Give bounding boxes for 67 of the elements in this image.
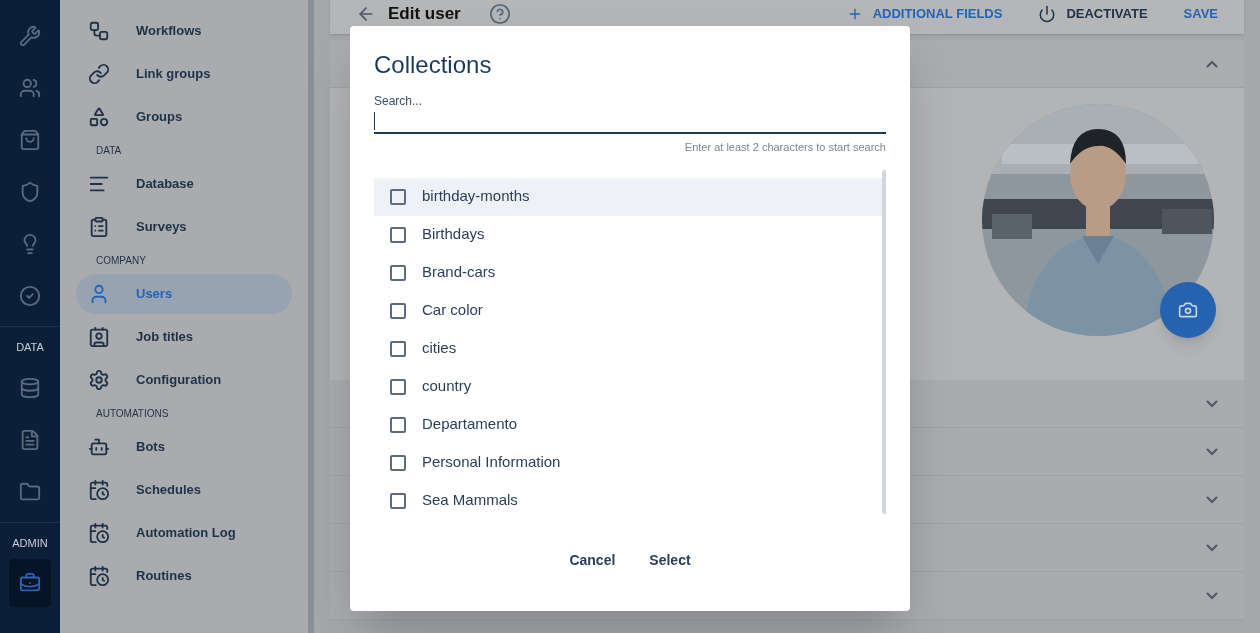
nav-item[interactable]: Surveys <box>76 206 292 247</box>
option-label: birthday-months <box>422 186 530 207</box>
nav-item[interactable]: Groups <box>76 96 292 137</box>
workflow-icon <box>88 19 110 42</box>
rail-heading: ADMIN <box>12 535 48 551</box>
section-heading: COMPANY <box>95 253 147 268</box>
camera-button[interactable] <box>1160 282 1216 338</box>
help-icon[interactable] <box>488 3 511 25</box>
link-icon <box>88 62 110 85</box>
option-label: Brand-cars <box>422 262 496 283</box>
checkbox[interactable] <box>390 416 406 433</box>
nav-item[interactable]: Job titles <box>76 316 292 357</box>
checkbox[interactable] <box>390 264 406 281</box>
checkbox[interactable] <box>390 188 406 205</box>
folder-icon <box>19 480 41 503</box>
toolbar-button[interactable]: DEACTIVATE <box>1038 4 1148 24</box>
dialog-title: Collections <box>374 50 493 80</box>
id-card-icon <box>88 325 110 348</box>
dialog-button[interactable]: Cancel <box>568 543 617 577</box>
bag-icon <box>19 129 41 151</box>
toolbar-button[interactable]: ADDITIONAL FIELDS <box>846 4 1003 24</box>
document-icon <box>19 428 41 451</box>
checkbox[interactable] <box>390 492 406 509</box>
shapes-icon <box>88 105 110 128</box>
settings-icon <box>88 368 110 391</box>
nav-item[interactable]: Automation Log <box>76 512 292 553</box>
option-label: Car color <box>422 300 483 321</box>
checkbox[interactable] <box>390 302 406 319</box>
rail-button[interactable] <box>9 559 51 607</box>
dialog-button[interactable]: Select <box>648 543 692 577</box>
nav-item[interactable]: Schedules <box>76 469 292 510</box>
checkbox[interactable] <box>390 378 406 395</box>
search-field[interactable]: Search... <box>374 92 886 134</box>
option-label: country <box>422 376 472 397</box>
collection-option[interactable]: birthday-months <box>374 177 882 216</box>
checkbox[interactable] <box>390 340 406 357</box>
nav-item[interactable]: Link groups <box>76 53 292 94</box>
people-icon <box>19 77 41 99</box>
calendar-clock-icon <box>88 478 110 501</box>
toolbox-icon <box>19 572 41 594</box>
option-label: Birthdays <box>422 224 485 245</box>
nav-item[interactable]: Bots <box>76 426 292 467</box>
calendar-clock-icon <box>88 564 110 587</box>
database-icon <box>19 376 41 399</box>
calendar-clock-icon <box>88 521 110 544</box>
nav-item[interactable]: Routines <box>76 555 292 596</box>
nav-item[interactable]: Database <box>76 163 292 204</box>
option-label: Departamento <box>422 414 518 435</box>
power-icon <box>1038 5 1057 23</box>
section-heading: AUTOMATIONS <box>95 406 170 421</box>
section-heading: DATA <box>95 143 123 158</box>
check-circle-icon <box>19 285 41 307</box>
rail-heading: DATA <box>16 340 44 355</box>
nav-item[interactable]: Configuration <box>76 359 292 400</box>
toolbar-button[interactable]: SAVE <box>1183 4 1218 24</box>
camera-icon <box>1178 300 1198 320</box>
checkbox[interactable] <box>390 454 406 471</box>
option-label: Sea Mammals <box>422 490 518 511</box>
clipboard-icon <box>88 215 110 238</box>
option-label: Personal Information <box>422 452 561 473</box>
shield-icon <box>19 181 41 203</box>
search-hint: Enter at least 2 characters to start search <box>684 140 886 155</box>
page-title: Edit user <box>388 3 461 26</box>
option-label: cities <box>422 338 457 359</box>
wrench-icon <box>19 25 41 47</box>
nav-item[interactable]: Workflows <box>76 10 292 51</box>
checkbox[interactable] <box>390 226 406 243</box>
